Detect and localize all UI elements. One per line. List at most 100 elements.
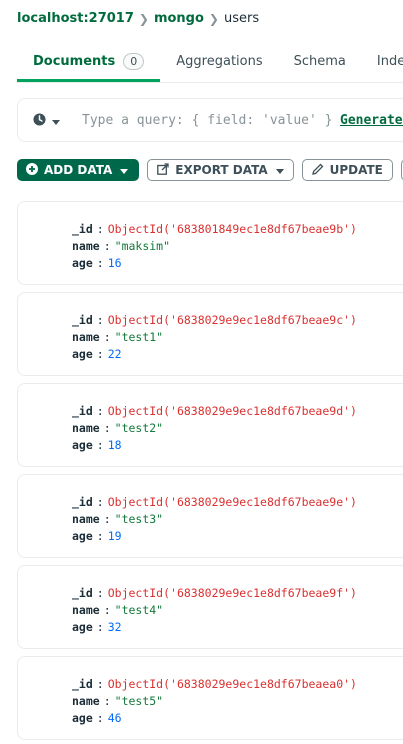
chevron-right-icon: ❯ [138, 11, 149, 26]
field-value-objectid: ObjectId('6838029e9ec1e8df67beaea0') [107, 677, 357, 691]
field-row-name: name: "maksim" [72, 239, 171, 253]
field-value-string: "test2" [114, 421, 164, 435]
field-key: _id [72, 404, 93, 418]
field-key: name [72, 239, 100, 253]
field-value-objectid: ObjectId('6838029e9ec1e8df67beae9d') [107, 404, 357, 418]
document-fields: _id: ObjectId('683801849ec1e8df67beae9b')… [72, 221, 357, 272]
tab-documents[interactable]: Documents 0 [17, 44, 161, 82]
documents-toolbar: ADD DATA EXPORT DATA UPDATE [17, 159, 403, 181]
caret-down-icon [120, 163, 129, 177]
field-key: name [72, 603, 100, 617]
document-fields: _id: ObjectId('6838029e9ec1e8df67beae9f')… [72, 585, 357, 636]
export-icon [157, 162, 169, 178]
field-value-string: "test3" [114, 512, 164, 526]
field-value-number: 32 [107, 620, 122, 634]
field-row-name: name: "test4" [72, 603, 164, 617]
breadcrumb-host[interactable]: localhost:27017 [17, 11, 134, 26]
breadcrumb: localhost:27017 ❯ mongo ❯ users [17, 11, 259, 26]
add-data-label: ADD DATA [44, 163, 113, 177]
tab-aggregations[interactable]: Aggregations [176, 44, 262, 80]
document-count-badge: 0 [123, 53, 145, 70]
field-key: name [72, 694, 100, 708]
caret-down-icon [52, 111, 60, 130]
field-row-id: _id: ObjectId('683801849ec1e8df67beae9b') [72, 222, 357, 236]
field-row-name: name: "test5" [72, 694, 164, 708]
field-row-age: age:18 [72, 438, 122, 452]
update-button[interactable]: UPDATE [301, 159, 393, 181]
tab-label: Documents [33, 54, 116, 69]
field-row-age: age:32 [72, 620, 122, 634]
field-key: age [72, 438, 93, 452]
compass-documents-view: localhost:27017 ❯ mongo ❯ users Document… [0, 0, 403, 744]
tab-label: Schema [293, 53, 346, 69]
field-row-name: name: "test1" [72, 330, 164, 344]
document-card[interactable]: _id: ObjectId('6838029e9ec1e8df67beae9d')… [17, 383, 403, 467]
field-row-age: age:19 [72, 529, 122, 543]
document-card[interactable]: _id: ObjectId('6838029e9ec1e8df67beae9e')… [17, 474, 403, 558]
field-row-id: _id: ObjectId('6838029e9ec1e8df67beae9c') [72, 313, 357, 327]
field-key: _id [72, 222, 93, 236]
field-key: _id [72, 495, 93, 509]
field-key: name [72, 512, 100, 526]
clock-icon [33, 111, 46, 130]
field-value-string: "test4" [114, 603, 164, 617]
field-row-name: name: "test3" [72, 512, 164, 526]
field-row-id: _id: ObjectId('6838029e9ec1e8df67beaea0') [72, 677, 357, 691]
document-fields: _id: ObjectId('6838029e9ec1e8df67beae9c')… [72, 312, 357, 363]
field-value-objectid: ObjectId('683801849ec1e8df67beae9b') [107, 222, 357, 236]
document-card[interactable]: _id: ObjectId('6838029e9ec1e8df67beaea0')… [17, 656, 403, 740]
field-key: age [72, 529, 93, 543]
collection-tabs: Documents 0 Aggregations Schema Indexes [17, 44, 403, 83]
add-data-button[interactable]: ADD DATA [17, 159, 140, 181]
field-key: _id [72, 586, 93, 600]
field-key: _id [72, 677, 93, 691]
field-row-age: age:16 [72, 256, 122, 270]
field-key: age [72, 620, 93, 634]
field-row-age: age:22 [72, 347, 122, 361]
update-label: UPDATE [329, 163, 383, 177]
document-card[interactable]: _id: ObjectId('6838029e9ec1e8df67beae9f')… [17, 565, 403, 649]
field-value-number: 16 [107, 256, 122, 270]
document-fields: _id: ObjectId('6838029e9ec1e8df67beae9e')… [72, 494, 357, 545]
field-value-number: 46 [107, 711, 122, 725]
document-card[interactable]: _id: ObjectId('683801849ec1e8df67beae9b')… [17, 201, 403, 285]
field-key: _id [72, 313, 93, 327]
breadcrumb-database[interactable]: mongo [154, 11, 204, 26]
tab-label: Indexes [376, 53, 403, 69]
query-history-button[interactable] [33, 111, 60, 130]
caret-down-icon [275, 163, 284, 177]
field-value-number: 22 [107, 347, 122, 361]
field-row-id: _id: ObjectId('6838029e9ec1e8df67beae9e') [72, 495, 357, 509]
field-value-string: "test1" [114, 330, 164, 344]
field-key: age [72, 711, 93, 725]
pencil-icon [311, 163, 324, 178]
field-value-string: "maksim" [114, 239, 171, 253]
plus-circle-icon [26, 162, 38, 178]
field-key: name [72, 330, 100, 344]
field-key: age [72, 256, 93, 270]
field-value-objectid: ObjectId('6838029e9ec1e8df67beae9e') [107, 495, 357, 509]
field-key: name [72, 421, 100, 435]
chevron-right-icon: ❯ [208, 11, 219, 26]
field-value-objectid: ObjectId('6838029e9ec1e8df67beae9f') [107, 586, 357, 600]
export-data-button[interactable]: EXPORT DATA [147, 159, 294, 181]
query-input[interactable] [82, 112, 340, 128]
breadcrumb-collection: users [223, 11, 260, 26]
field-row-name: name: "test2" [72, 421, 164, 435]
field-value-number: 19 [107, 529, 122, 543]
tab-label: Aggregations [176, 53, 263, 69]
field-value-string: "test5" [114, 694, 164, 708]
generate-query-link[interactable]: Generate query [340, 113, 403, 128]
generate-query-link-wrap: Generate query [340, 113, 403, 128]
tab-indexes[interactable]: Indexes [377, 44, 403, 80]
field-value-number: 18 [107, 438, 122, 452]
document-fields: _id: ObjectId('6838029e9ec1e8df67beae9d')… [72, 403, 357, 454]
field-row-id: _id: ObjectId('6838029e9ec1e8df67beae9f') [72, 586, 357, 600]
field-row-age: age:46 [72, 711, 122, 725]
document-card[interactable]: _id: ObjectId('6838029e9ec1e8df67beae9c')… [17, 292, 403, 376]
field-value-objectid: ObjectId('6838029e9ec1e8df67beae9c') [107, 313, 357, 327]
tab-schema[interactable]: Schema [294, 44, 346, 80]
document-fields: _id: ObjectId('6838029e9ec1e8df67beaea0')… [72, 676, 357, 727]
query-bar: Generate query [17, 98, 403, 142]
export-data-label: EXPORT DATA [175, 163, 268, 177]
